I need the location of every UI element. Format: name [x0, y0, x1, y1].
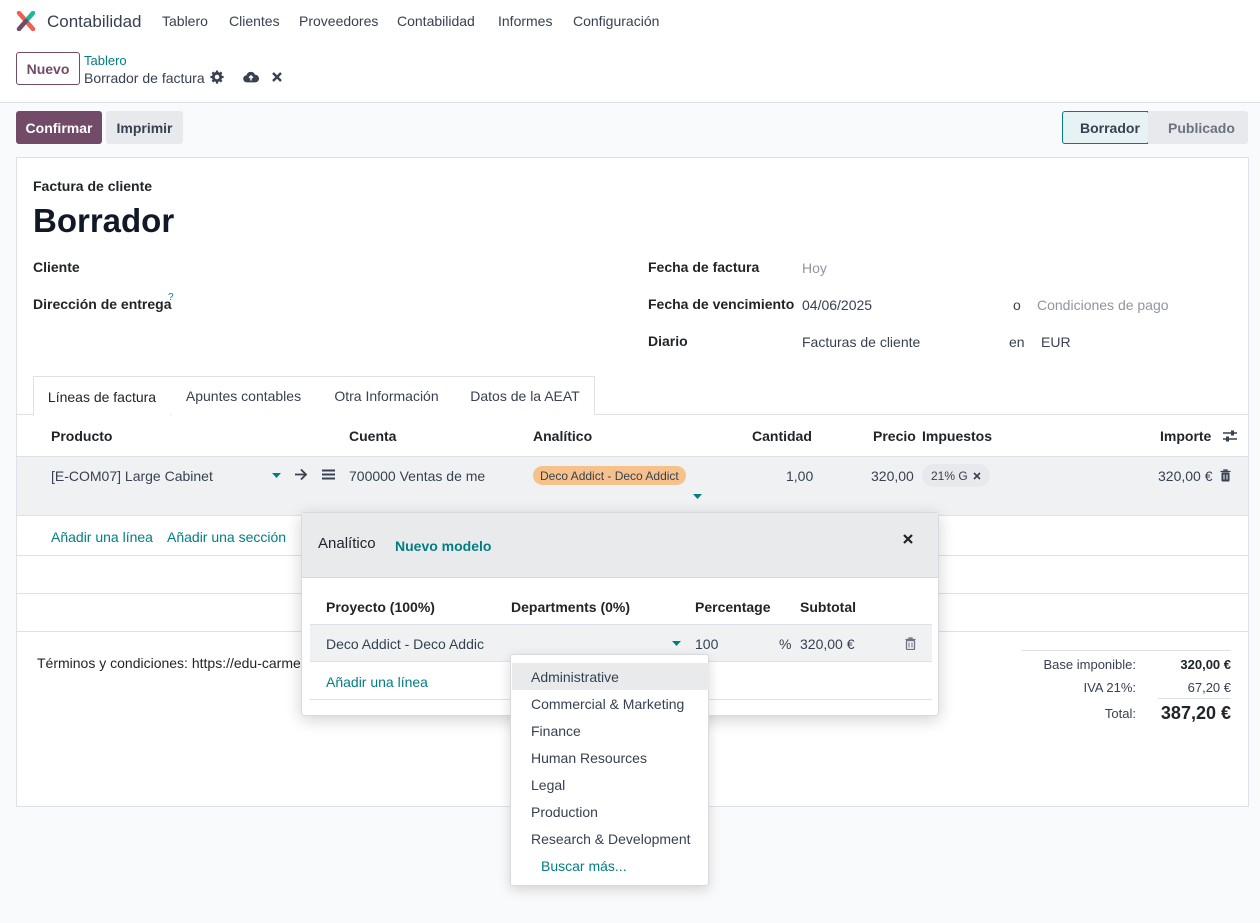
menu-informes[interactable]: Informes — [498, 13, 552, 29]
journal-label: Diario — [648, 333, 688, 349]
tax-tag-label: 21% G — [931, 468, 968, 483]
due-date-label: Fecha de vencimiento — [648, 296, 795, 312]
accounting-app-logo-icon[interactable] — [16, 11, 36, 31]
col-product[interactable]: Producto — [51, 428, 112, 444]
customer-label: Cliente — [33, 259, 80, 275]
dropdown-option-research-development[interactable]: Research & Development — [512, 825, 709, 852]
status-draft[interactable]: Borrador — [1062, 111, 1148, 144]
vat-label: IVA 21%: — [1083, 680, 1136, 695]
app-title[interactable]: Contabilidad — [47, 12, 142, 32]
new-model-link[interactable]: Nuevo modelo — [395, 538, 491, 554]
totals-divider — [1158, 698, 1231, 699]
breadcrumb-parent[interactable]: Tablero — [84, 53, 127, 68]
menu-proveedores[interactable]: Proveedores — [299, 13, 378, 29]
due-date-field[interactable]: 04/06/2025 — [802, 297, 872, 313]
arrow-right-icon[interactable] — [294, 468, 308, 481]
caret-down-icon[interactable] — [272, 473, 281, 479]
percent-sign: % — [779, 636, 792, 652]
project-field[interactable]: Deco Addict - Deco Addic — [326, 636, 486, 652]
line-quantity[interactable]: 1,00 — [786, 468, 813, 484]
tab-other-info[interactable]: Otra Información — [317, 376, 457, 415]
new-button[interactable]: Nuevo — [16, 52, 80, 85]
payment-terms-field[interactable]: Condiciones de pago — [1037, 297, 1169, 313]
base-label: Base imponible: — [1043, 657, 1137, 672]
col-amount[interactable]: Importe — [1160, 428, 1211, 444]
menu-tablero[interactable]: Tablero — [162, 13, 208, 29]
line-account[interactable]: 700000 Ventas de me — [349, 468, 485, 484]
invoice-date-label: Fecha de factura — [648, 259, 760, 275]
currency-field[interactable]: EUR — [1041, 334, 1071, 350]
list-menu-icon[interactable] — [322, 469, 335, 480]
menu-clientes[interactable]: Clientes — [229, 13, 280, 29]
print-button[interactable]: Imprimir — [106, 111, 183, 144]
total-value: 387,20 € — [1160, 703, 1231, 723]
col-subtotal[interactable]: Subtotal — [800, 599, 856, 615]
dropdown-option-production[interactable]: Production — [512, 798, 709, 825]
trash-icon[interactable] — [905, 637, 916, 650]
trash-icon[interactable] — [1220, 469, 1231, 482]
tab-aeat-data[interactable]: Datos de la AEAT — [456, 376, 595, 415]
col-project[interactable]: Proyecto (100%) — [326, 599, 435, 615]
totals-divider — [1021, 650, 1231, 651]
cloud-upload-icon[interactable] — [243, 70, 259, 84]
col-departments[interactable]: Departments (0%) — [511, 599, 630, 615]
breadcrumb-current: Borrador de factura — [84, 70, 205, 86]
total-label: Total: — [1104, 706, 1136, 721]
base-value: 320,00 € — [1180, 657, 1231, 672]
help-tooltip-icon[interactable]: ? — [168, 292, 174, 303]
remove-tag-x-icon[interactable] — [973, 471, 981, 480]
invoice-date-field[interactable]: Hoy — [802, 260, 827, 276]
col-taxes[interactable]: Impuestos — [922, 428, 992, 444]
col-analytic[interactable]: Analítico — [533, 428, 592, 444]
tab-journal-items[interactable]: Apuntes contables — [170, 376, 318, 415]
popup-title: Analítico — [318, 535, 376, 552]
add-section-link[interactable]: Añadir una sección — [167, 529, 286, 545]
popup-header: Analítico Nuevo modelo — [302, 513, 938, 578]
dropdown-option-legal[interactable]: Legal — [512, 771, 709, 798]
departments-dropdown: Administrative Commercial & Marketing Fi… — [510, 654, 709, 886]
vat-value: 67,20 € — [1187, 680, 1231, 695]
terms-conditions[interactable]: Términos y condiciones: https://edu-carm… — [37, 655, 301, 671]
page-title: Borrador — [33, 202, 175, 239]
menu-configuracion[interactable]: Configuración — [573, 13, 659, 29]
popup-add-line-link[interactable]: Añadir una línea — [326, 674, 428, 690]
subtotal-value: 320,00 € — [800, 636, 855, 652]
discard-x-icon[interactable] — [272, 72, 282, 82]
confirm-button[interactable]: Confirmar — [16, 111, 102, 144]
caret-down-icon[interactable] — [693, 494, 702, 500]
caret-down-icon[interactable] — [672, 641, 681, 647]
gear-icon[interactable] — [210, 70, 224, 84]
line-amount: 320,00 € — [1158, 468, 1213, 484]
close-icon[interactable] — [903, 534, 913, 544]
or-label: o — [1013, 297, 1021, 313]
table-row[interactable] — [17, 456, 1248, 516]
search-more-link[interactable]: Buscar más... — [512, 852, 709, 879]
analytic-tag[interactable]: Deco Addict - Deco Addict — [533, 466, 686, 485]
line-product[interactable]: [E-COM07] Large Cabinet — [51, 468, 213, 484]
tab-invoice-lines[interactable]: Líneas de factura — [33, 376, 171, 416]
col-account[interactable]: Cuenta — [349, 428, 396, 444]
line-price[interactable]: 320,00 — [871, 468, 914, 484]
dropdown-option-commercial-marketing[interactable]: Commercial & Marketing — [512, 690, 709, 717]
status-published[interactable]: Publicado — [1148, 111, 1248, 144]
menu-contabilidad[interactable]: Contabilidad — [397, 13, 475, 29]
percentage-field[interactable]: 100 — [695, 636, 718, 652]
column-settings-icon[interactable] — [1222, 429, 1238, 443]
dropdown-option-human-resources[interactable]: Human Resources — [512, 744, 709, 771]
col-quantity[interactable]: Cantidad — [752, 428, 812, 444]
col-price[interactable]: Precio — [873, 428, 916, 444]
dropdown-option-finance[interactable]: Finance — [512, 717, 709, 744]
dropdown-option-administrative[interactable]: Administrative — [512, 663, 709, 690]
currency-in-label: en — [1009, 334, 1025, 350]
top-navbar: Contabilidad Tablero Clientes Proveedore… — [0, 0, 1260, 42]
journal-field[interactable]: Facturas de cliente — [802, 334, 920, 350]
document-type: Factura de cliente — [33, 178, 153, 194]
delivery-address-label: Dirección de entrega — [33, 296, 172, 312]
tax-tag[interactable]: 21% G — [922, 464, 990, 487]
control-panel: Nuevo Tablero Borrador de factura — [0, 42, 1260, 103]
add-line-link[interactable]: Añadir una línea — [51, 529, 153, 545]
col-percentage[interactable]: Percentage — [695, 599, 770, 615]
